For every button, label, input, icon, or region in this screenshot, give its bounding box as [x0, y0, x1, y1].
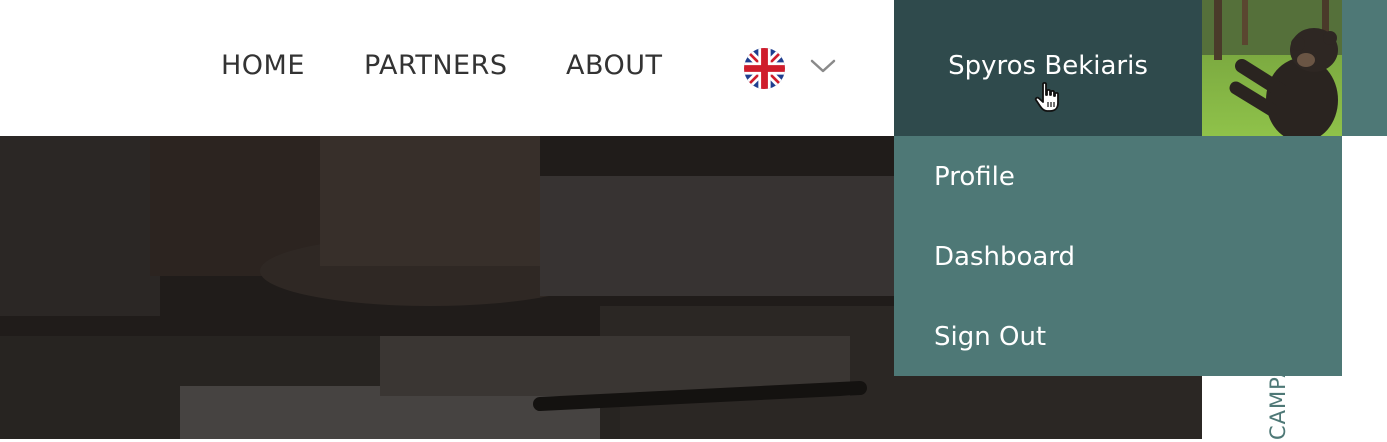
chevron-down-icon[interactable] — [808, 54, 838, 78]
top-header: HOME PARTNERS ABOUT Spyros Bekiaris — [0, 0, 1387, 136]
nav-about-link[interactable]: ABOUT — [566, 48, 663, 84]
dropdown-item-sign-out[interactable]: Sign Out — [934, 319, 1046, 355]
bear-avatar-image — [1202, 0, 1342, 136]
user-dropdown-menu: Profile Dashboard Sign Out — [894, 136, 1342, 376]
nav-home-link[interactable]: HOME — [221, 48, 305, 84]
side-strip — [1342, 0, 1387, 136]
hand-pointer-icon — [1032, 80, 1068, 116]
dropdown-item-dashboard[interactable]: Dashboard — [934, 239, 1075, 275]
uk-flag-icon[interactable] — [744, 48, 785, 89]
user-avatar[interactable] — [1202, 0, 1342, 136]
user-name: Spyros Bekiaris — [948, 51, 1148, 81]
dropdown-item-profile[interactable]: Profile — [934, 159, 1015, 195]
uk-flag-graphic — [744, 48, 785, 89]
nav-partners-link[interactable]: PARTNERS — [364, 48, 507, 84]
